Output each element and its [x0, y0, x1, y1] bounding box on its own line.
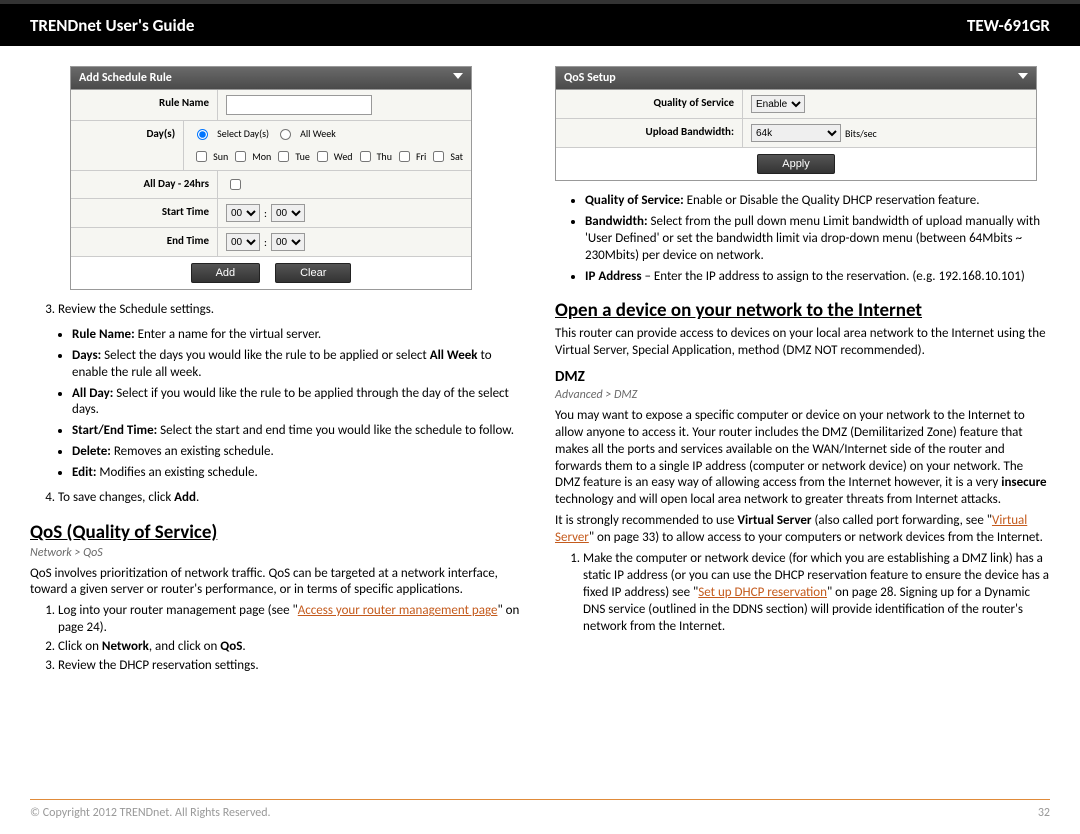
qos-step-1: Log into your router management page (se… — [58, 603, 525, 637]
schedule-box-title: Add Schedule Rule — [71, 67, 471, 90]
end-min-select[interactable]: 00 — [271, 233, 305, 251]
bullet-edit: Edit: Modifies an existing schedule. — [72, 465, 525, 482]
step-3: Review the Schedule settings. — [58, 302, 525, 319]
day-sun-checkbox[interactable] — [196, 151, 207, 162]
dmz-step-1: Make the computer or network device (for… — [583, 551, 1050, 635]
add-schedule-rule-box: Add Schedule Rule Rule Name Day(s) Selec… — [70, 66, 472, 290]
qos-bullet-bandwidth: Bandwidth: Select from the pull down men… — [585, 214, 1050, 265]
day-tue-checkbox[interactable] — [278, 151, 289, 162]
bullet-all-day: All Day: Select if you would like the ru… — [72, 386, 525, 420]
qos-box-title: QoS Setup — [556, 67, 1036, 90]
qos-breadcrumb: Network > QoS — [30, 546, 525, 562]
day-fri: Fri — [416, 150, 426, 163]
start-min-select[interactable]: 00 — [271, 204, 305, 222]
guide-title: TRENDnet User's Guide — [30, 15, 194, 36]
day-sat-checkbox[interactable] — [433, 151, 444, 162]
bullet-rule-name: Rule Name: Enter a name for the virtual … — [72, 327, 525, 344]
day-wed-checkbox[interactable] — [317, 151, 328, 162]
day-fri-checkbox[interactable] — [399, 151, 410, 162]
select-days-radio[interactable] — [197, 129, 208, 140]
model-number: TEW-691GR — [967, 15, 1050, 36]
clear-button[interactable]: Clear — [275, 263, 351, 283]
rule-name-input[interactable] — [226, 95, 372, 115]
select-days-label: Select Day(s) — [217, 127, 269, 140]
end-time-label: End Time — [71, 228, 218, 256]
all-day-checkbox[interactable] — [230, 179, 241, 190]
qos-setup-bullets: Quality of Service: Enable or Disable th… — [555, 193, 1050, 285]
dmz-p2: It is strongly recommended to use Virtua… — [555, 513, 1050, 547]
dmz-heading: DMZ — [555, 368, 1050, 386]
qos-setup-box: QoS Setup Quality of Service Enable Uplo… — [555, 66, 1037, 181]
dmz-steps: Make the computer or network device (for… — [555, 551, 1050, 635]
page-number: 32 — [1038, 806, 1050, 820]
end-hour-select[interactable]: 00 — [226, 233, 260, 251]
bw-unit: Bits/sec — [845, 127, 877, 140]
qos-service-label: Quality of Service — [556, 90, 743, 118]
bullet-days: Days: Select the days you would like the… — [72, 348, 525, 382]
all-week-radio[interactable] — [280, 129, 291, 140]
qos-desc: QoS involves prioritization of network t… — [30, 566, 525, 600]
all-day-label: All Day - 24hrs — [71, 171, 218, 198]
day-sat: Sat — [450, 150, 463, 163]
day-thu-checkbox[interactable] — [360, 151, 371, 162]
right-column: QoS Setup Quality of Service Enable Uplo… — [555, 66, 1050, 683]
start-time-label: Start Time — [71, 199, 218, 227]
add-button[interactable]: Add — [191, 263, 261, 283]
day-mon-checkbox[interactable] — [235, 151, 246, 162]
schedule-steps: Review the Schedule settings. — [30, 302, 525, 319]
days-label: Day(s) — [71, 121, 184, 170]
step-4: To save changes, click Add. — [58, 490, 525, 507]
open-device-desc: This router can provide access to device… — [555, 326, 1050, 360]
copyright: © Copyright 2012 TRENDnet. All Rights Re… — [30, 806, 271, 820]
upload-bw-select[interactable]: 64k — [751, 124, 841, 142]
access-router-link[interactable]: Access your router management page — [298, 603, 498, 618]
qos-step-2: Click on Network, and click on QoS. — [58, 639, 525, 656]
footer: © Copyright 2012 TRENDnet. All Rights Re… — [30, 799, 1050, 820]
schedule-bullets: Rule Name: Enter a name for the virtual … — [30, 327, 525, 482]
open-device-heading: Open a device on your network to the Int… — [555, 299, 1050, 322]
day-tue: Tue — [295, 150, 309, 163]
left-column: Add Schedule Rule Rule Name Day(s) Selec… — [30, 66, 525, 683]
dhcp-reservation-link[interactable]: Set up DHCP reservation — [698, 585, 827, 600]
bullet-delete: Delete: Removes an existing schedule. — [72, 444, 525, 461]
dmz-p1: You may want to expose a specific comput… — [555, 408, 1050, 509]
qos-enable-select[interactable]: Enable — [751, 95, 805, 113]
schedule-step4: To save changes, click Add. — [30, 490, 525, 507]
content: Add Schedule Rule Rule Name Day(s) Selec… — [0, 46, 1080, 683]
bullet-start-end: Start/End Time: Select the start and end… — [72, 423, 525, 440]
day-wed: Wed — [334, 150, 353, 163]
qos-bullet-ip: IP Address – Enter the IP address to ass… — [585, 269, 1050, 286]
apply-button[interactable]: Apply — [757, 154, 835, 174]
qos-steps: Log into your router management page (se… — [30, 603, 525, 675]
qos-bullet-service: Quality of Service: Enable or Disable th… — [585, 193, 1050, 210]
dmz-breadcrumb: Advanced > DMZ — [555, 388, 1050, 404]
qos-heading: QoS (Quality of Service) — [30, 521, 525, 544]
day-thu: Thu — [377, 150, 392, 163]
rule-name-label: Rule Name — [71, 90, 218, 120]
day-sun: Sun — [213, 150, 228, 163]
start-hour-select[interactable]: 00 — [226, 204, 260, 222]
header-bar: TRENDnet User's Guide TEW-691GR — [0, 0, 1080, 46]
upload-bw-label: Upload Bandwidth: — [556, 119, 743, 147]
day-mon: Mon — [252, 150, 271, 163]
all-week-label: All Week — [300, 127, 336, 140]
qos-step-3: Review the DHCP reservation settings. — [58, 658, 525, 675]
